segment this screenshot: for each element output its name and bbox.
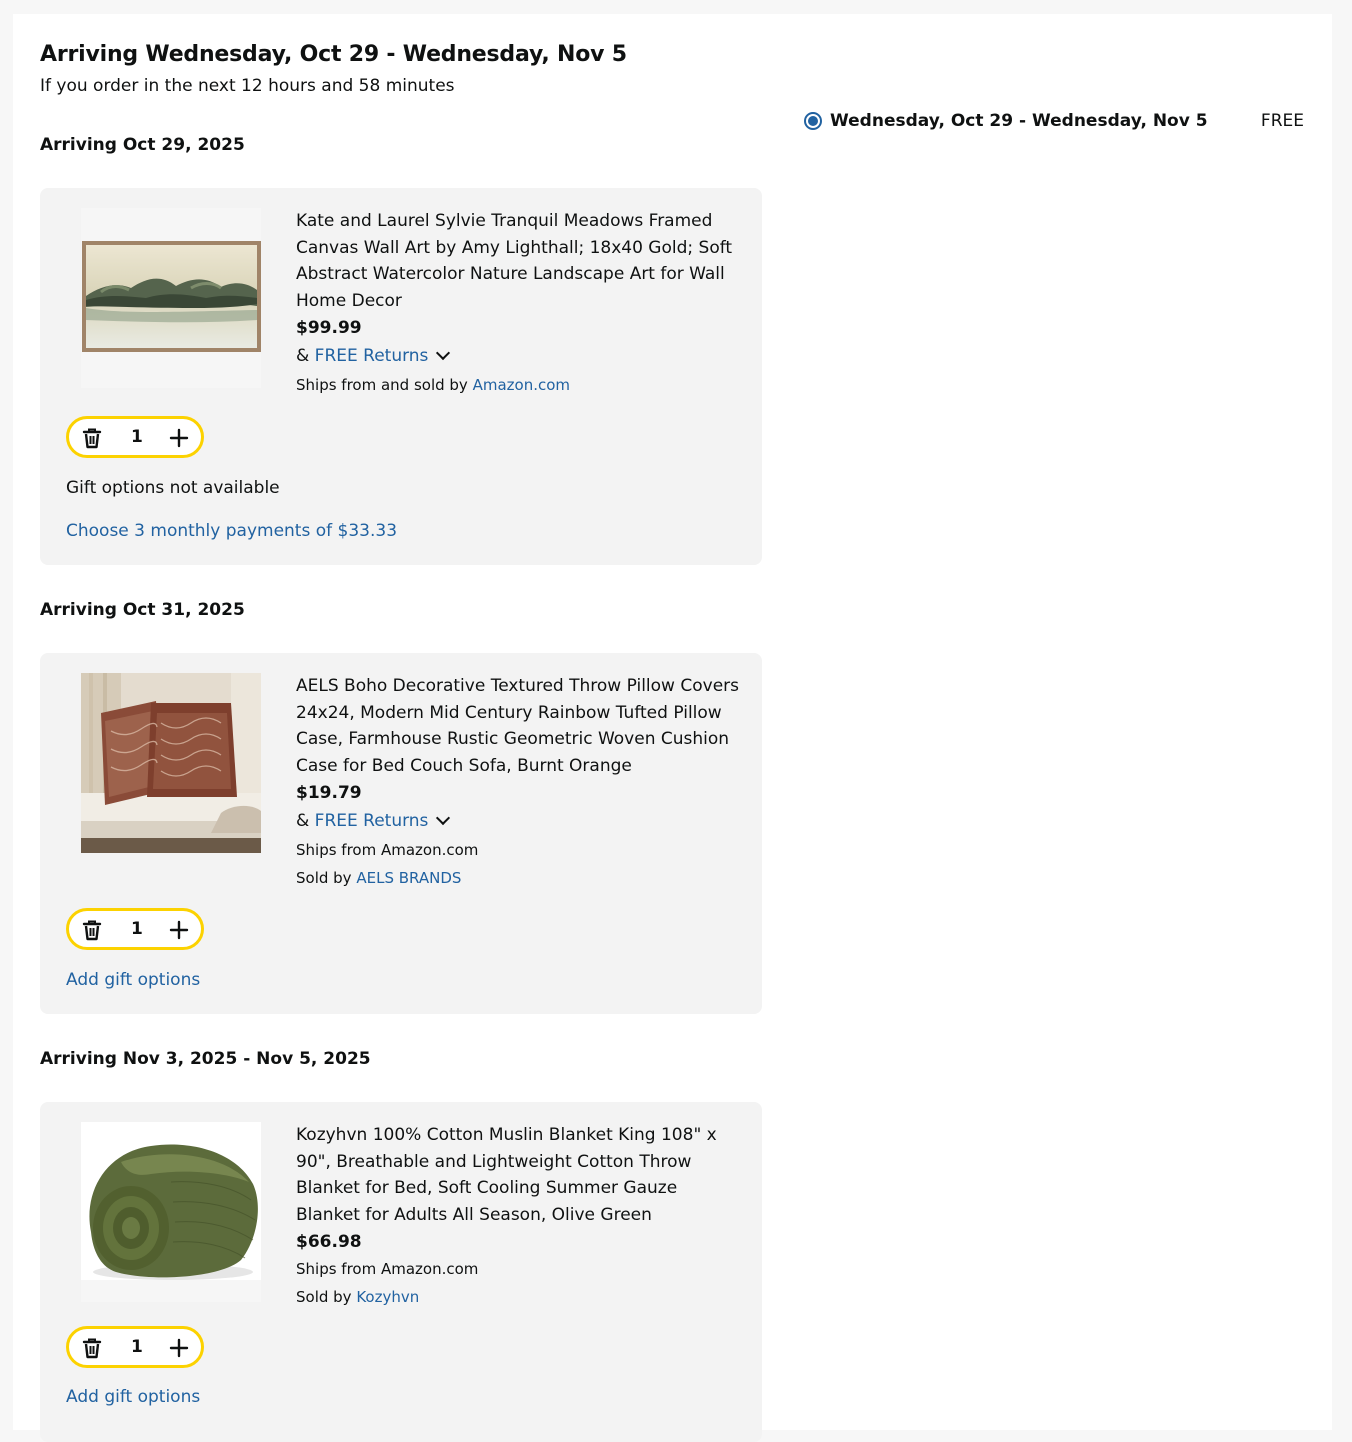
free-returns-link[interactable]: FREE Returns xyxy=(315,806,429,836)
plus-icon[interactable] xyxy=(169,920,189,940)
chevron-down-icon[interactable] xyxy=(436,345,451,360)
item-info: Kozyhvn 100% Cotton Muslin Blanket King … xyxy=(296,1122,742,1311)
seller-link[interactable]: Amazon.com xyxy=(473,376,570,394)
item-card: Kate and Laurel Sylvie Tranquil Meadows … xyxy=(40,188,762,565)
product-price: $19.79 xyxy=(296,782,362,803)
quantity-stepper: 1 xyxy=(66,908,204,950)
item-info: Kate and Laurel Sylvie Tranquil Meadows … xyxy=(296,208,742,399)
product-image[interactable] xyxy=(81,208,261,388)
plus-icon[interactable] xyxy=(169,1338,189,1358)
quantity-value: 1 xyxy=(131,427,143,447)
seller-link[interactable]: Kozyhvn xyxy=(356,1288,419,1306)
quantity-stepper: 1 xyxy=(66,416,204,458)
sold-by-row: Sold by Kozyhvn xyxy=(296,1283,742,1311)
trash-icon[interactable] xyxy=(81,1337,103,1359)
delivery-option-radio[interactable] xyxy=(804,112,822,130)
quantity-stepper: 1 xyxy=(66,1326,204,1368)
chevron-down-icon[interactable] xyxy=(436,810,451,825)
delivery-option[interactable]: Wednesday, Oct 29 - Wednesday, Nov 5 FRE… xyxy=(804,110,1304,134)
gift-options-status: Gift options not available xyxy=(66,478,280,498)
sold-by-label: Sold by xyxy=(296,868,352,887)
product-title[interactable]: Kate and Laurel Sylvie Tranquil Meadows … xyxy=(296,208,742,315)
add-gift-options-link[interactable]: Add gift options xyxy=(66,970,200,990)
group-date: Arriving Oct 29, 2025 xyxy=(40,135,245,155)
delivery-option-price: FREE xyxy=(1260,111,1304,131)
product-price: $66.98 xyxy=(296,1231,362,1252)
ships-text: Ships from and sold by xyxy=(296,375,468,394)
quantity-value: 1 xyxy=(131,919,143,939)
seller-link[interactable]: AELS BRANDS xyxy=(356,869,461,887)
ships-text: Ships from Amazon.com xyxy=(296,840,479,859)
sold-by-label: Sold by xyxy=(296,1287,352,1306)
plus-icon[interactable] xyxy=(169,428,189,448)
product-price: $99.99 xyxy=(296,317,362,338)
free-returns-link[interactable]: FREE Returns xyxy=(315,341,429,371)
quantity-value: 1 xyxy=(131,1337,143,1357)
returns-prefix: & xyxy=(296,345,310,366)
monthly-payments-link[interactable]: Choose 3 monthly payments of $33.33 xyxy=(66,521,397,541)
product-title[interactable]: Kozyhvn 100% Cotton Muslin Blanket King … xyxy=(296,1122,742,1229)
item-card: AELS Boho Decorative Textured Throw Pill… xyxy=(40,653,762,1014)
product-title[interactable]: AELS Boho Decorative Textured Throw Pill… xyxy=(296,673,742,780)
returns-row: & FREE Returns xyxy=(296,806,742,836)
returns-prefix: & xyxy=(296,810,310,831)
delivery-subtitle: If you order in the next 12 hours and 58… xyxy=(40,76,455,96)
ships-text: Ships from Amazon.com xyxy=(296,1259,479,1278)
trash-icon[interactable] xyxy=(81,919,103,941)
delivery-panel: Arriving Wednesday, Oct 29 - Wednesday, … xyxy=(13,14,1332,1442)
group-date: Arriving Nov 3, 2025 - Nov 5, 2025 xyxy=(40,1049,371,1069)
delivery-option-label: Wednesday, Oct 29 - Wednesday, Nov 5 xyxy=(830,111,1208,131)
item-card: Kozyhvn 100% Cotton Muslin Blanket King … xyxy=(40,1102,762,1442)
returns-row: & FREE Returns xyxy=(296,341,742,371)
add-gift-options-link[interactable]: Add gift options xyxy=(66,1387,200,1407)
item-info: AELS Boho Decorative Textured Throw Pill… xyxy=(296,673,742,892)
group-date: Arriving Oct 31, 2025 xyxy=(40,600,245,620)
sold-by-row: Sold by AELS BRANDS xyxy=(296,864,742,892)
delivery-title: Arriving Wednesday, Oct 29 - Wednesday, … xyxy=(40,42,627,67)
ships-row: Ships from and sold by Amazon.com xyxy=(296,371,742,399)
product-image[interactable] xyxy=(81,1122,261,1302)
product-image[interactable] xyxy=(81,673,261,853)
trash-icon[interactable] xyxy=(81,427,103,449)
